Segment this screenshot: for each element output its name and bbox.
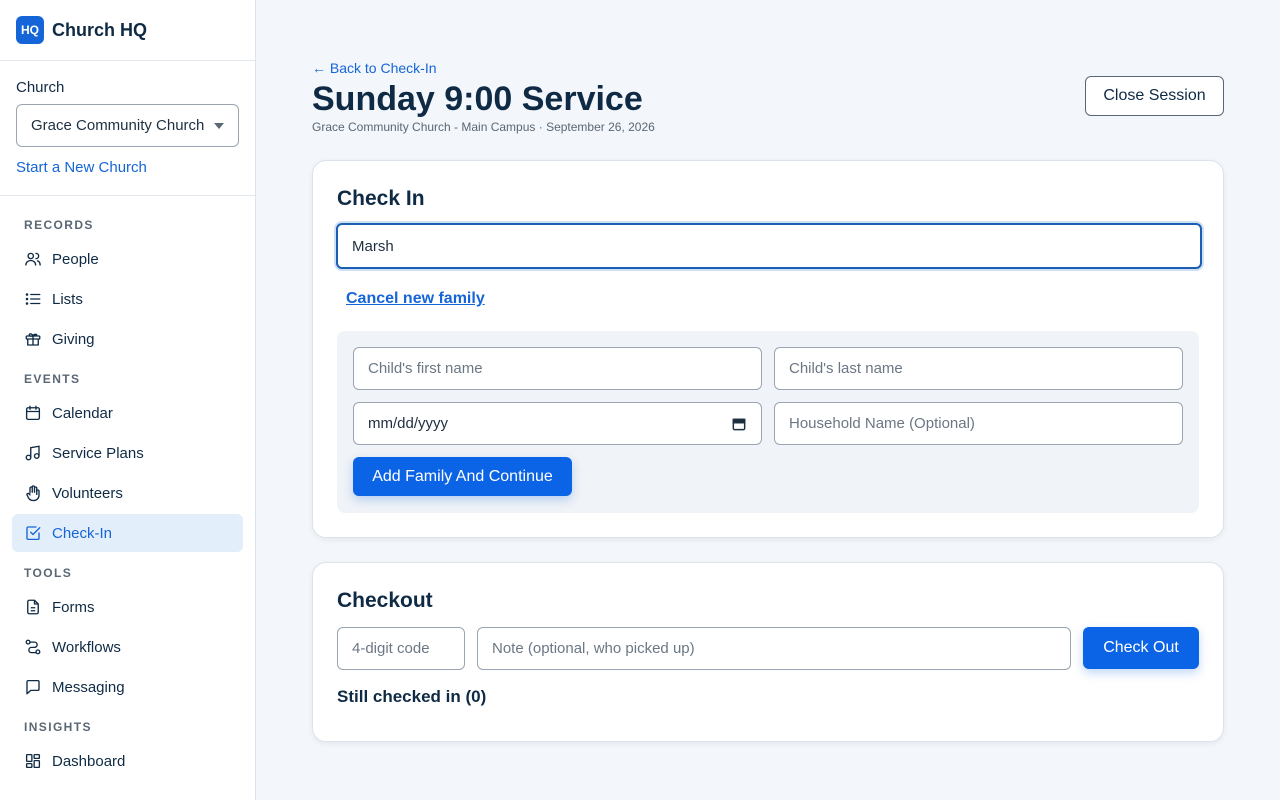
child-first-name-input[interactable] <box>353 347 762 390</box>
close-session-button[interactable]: Close Session <box>1085 76 1224 116</box>
still-checked-in-heading: Still checked in (0) <box>337 687 487 706</box>
nav-heading-events: EVENTS <box>24 372 81 386</box>
sidebar-item-service-plans[interactable]: Service Plans <box>12 434 243 472</box>
nav-group-tools: TOOLS Forms Workflows Messaging <box>12 560 243 706</box>
new-family-form: mm/dd/yyyy Add Family And Continue <box>337 331 1199 513</box>
nav-group-insights: INSIGHTS Dashboard <box>12 714 243 780</box>
child-last-name-input[interactable] <box>774 347 1183 390</box>
sidebar-item-label: Dashboard <box>52 752 126 770</box>
checkout-title: Checkout <box>337 589 433 612</box>
sidebar-item-calendar[interactable]: Calendar <box>12 394 243 432</box>
sidebar-item-label: Service Plans <box>52 444 144 462</box>
hand-icon <box>26 485 40 502</box>
checkout-code-input[interactable] <box>337 627 465 670</box>
list-icon <box>25 293 41 305</box>
check-out-button[interactable]: Check Out <box>1083 627 1199 669</box>
check-in-card: Check In Cancel new family mm/dd/yyyy Ad… <box>312 160 1224 538</box>
people-icon <box>25 252 41 266</box>
gift-icon <box>25 333 41 346</box>
sidebar-nav: RECORDS People Lists Giving EVENTS Calen… <box>0 196 255 790</box>
checkout-card: Checkout Check Out Still checked in (0) <box>312 562 1224 742</box>
chevron-down-icon <box>214 123 224 129</box>
church-label: Church <box>16 79 65 96</box>
sidebar-item-label: Check-In <box>52 524 113 542</box>
sidebar-item-messaging[interactable]: Messaging <box>12 668 243 706</box>
sidebar-item-lists[interactable]: Lists <box>12 280 243 318</box>
chat-bubble-icon <box>26 679 40 695</box>
sidebar: HQ Church HQ Church Grace Community Chur… <box>0 0 256 800</box>
sidebar-item-check-in[interactable]: Check-In <box>12 514 243 552</box>
sidebar-item-label: Volunteers <box>52 484 123 502</box>
checkbox-icon <box>26 526 41 541</box>
sidebar-item-label: People <box>52 250 99 268</box>
sidebar-item-label: Calendar <box>52 404 113 422</box>
sidebar-item-people[interactable]: People <box>12 240 243 278</box>
add-family-button[interactable]: Add Family And Continue <box>353 457 572 496</box>
brand-logo: HQ <box>16 16 44 44</box>
check-in-search-input[interactable] <box>336 223 1202 269</box>
nav-group-records: RECORDS People Lists Giving <box>12 212 243 358</box>
sidebar-item-label: Giving <box>52 330 95 348</box>
calendar-icon[interactable] <box>731 416 747 432</box>
household-name-input[interactable] <box>774 402 1183 445</box>
sidebar-item-label: Forms <box>52 598 95 616</box>
checkout-note-input[interactable] <box>477 627 1071 670</box>
church-section: Church Grace Community Church - Main Cam… <box>0 61 255 196</box>
page-subtitle: Grace Community Church - Main Campus · S… <box>312 120 655 134</box>
sidebar-item-volunteers[interactable]: Volunteers <box>12 474 243 512</box>
church-select[interactable]: Grace Community Church - Main Campus <box>16 104 239 147</box>
brand-name: Church HQ <box>52 19 148 40</box>
document-icon <box>27 599 39 615</box>
nav-heading-tools: TOOLS <box>24 566 73 580</box>
check-in-title: Check In <box>337 187 425 210</box>
dashboard-icon <box>25 753 41 769</box>
back-to-check-in-link[interactable]: ← Back to Check-In <box>312 60 437 76</box>
sidebar-item-label: Workflows <box>52 638 121 656</box>
music-note-icon <box>25 445 40 461</box>
birthdate-input[interactable]: mm/dd/yyyy <box>353 402 762 445</box>
sidebar-item-workflows[interactable]: Workflows <box>12 628 243 666</box>
nav-group-events: EVENTS Calendar Service Plans Volunteers… <box>12 366 243 552</box>
sidebar-item-label: Messaging <box>52 678 125 696</box>
sidebar-item-giving[interactable]: Giving <box>12 320 243 358</box>
page-title: Sunday 9:00 Service <box>312 80 643 118</box>
sidebar-item-dashboard[interactable]: Dashboard <box>12 742 243 780</box>
brand[interactable]: HQ Church HQ <box>0 0 255 61</box>
sidebar-item-label: Lists <box>52 290 83 308</box>
sidebar-item-forms[interactable]: Forms <box>12 588 243 626</box>
church-select-value: Grace Community Church - Main Campus <box>31 117 206 134</box>
birthdate-placeholder: mm/dd/yyyy <box>368 415 449 432</box>
calendar-icon <box>25 405 41 421</box>
cancel-new-family-link[interactable]: Cancel new family <box>346 290 485 308</box>
nav-heading-records: RECORDS <box>24 218 94 232</box>
start-new-church-link[interactable]: Start a New Church <box>16 159 239 176</box>
workflow-icon <box>25 639 41 655</box>
nav-heading-insights: INSIGHTS <box>24 720 92 734</box>
